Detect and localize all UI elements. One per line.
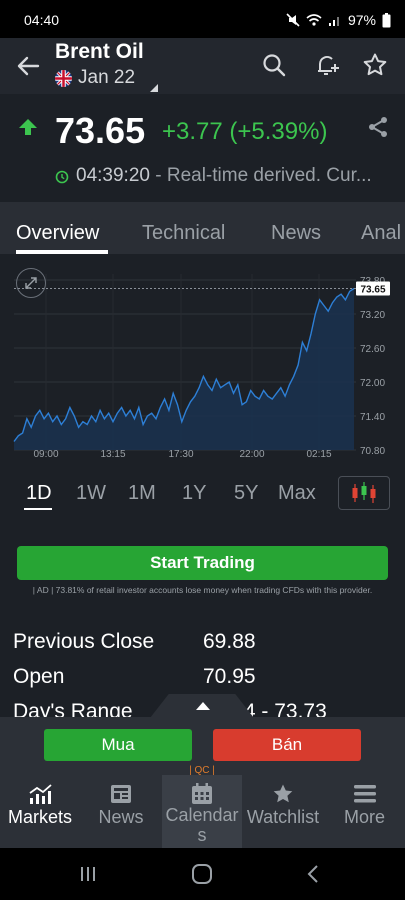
x-tick-label: 17:30: [168, 449, 193, 460]
price-change: +3.77 (+5.39%): [162, 118, 328, 145]
range-1w[interactable]: 1W: [76, 482, 106, 505]
news-icon: [111, 785, 131, 803]
status-time: 04:40: [24, 12, 60, 28]
ad-disclaimer: | AD | 73.81% of retail investor account…: [32, 585, 373, 595]
y-tick-label: 71.40: [360, 412, 385, 423]
series-area: [14, 288, 354, 450]
expand-chart-button[interactable]: [16, 268, 46, 298]
y-tick-label: 72.00: [360, 378, 385, 389]
uk-flag-icon: [55, 69, 72, 87]
realtime-status: 04:39:20 - Real-time derived. Cur...: [76, 165, 396, 187]
price-area: 73.65 +3.77 (+5.39%) 04:39:20 - Real-tim…: [0, 94, 405, 202]
menu-icon: [353, 785, 376, 803]
range-1d[interactable]: 1D: [26, 482, 52, 505]
chart-type-button[interactable]: [338, 476, 390, 510]
range-1y[interactable]: 1Y: [182, 482, 206, 505]
nav-label: Calendars: [165, 805, 239, 845]
nav-news[interactable]: News: [80, 775, 162, 848]
back-arrow-icon[interactable]: [14, 52, 42, 80]
last-price-label: 73.65: [360, 285, 385, 296]
contract-label: Jan 22: [78, 67, 136, 88]
battery-text: 97%: [347, 12, 376, 28]
star-icon[interactable]: [362, 52, 388, 78]
wifi-icon: [306, 14, 322, 26]
last-price: 73.65: [55, 110, 146, 151]
nav-label: Watchlist: [246, 807, 320, 827]
section-tabs: Overview Technical News Anal: [0, 202, 405, 254]
nav-calendars[interactable]: | QC | Calendars: [162, 765, 242, 848]
range-max[interactable]: Max: [278, 482, 316, 505]
tab-analysis[interactable]: Anal: [361, 222, 401, 245]
price-chart[interactable]: 73.8073.2072.6072.0071.4070.8009:0013:15…: [0, 254, 405, 469]
time-range-selector: 1D 1W 1M 1Y 5Y Max: [0, 472, 405, 514]
status-icons: 97%: [286, 12, 391, 28]
buy-button[interactable]: Mua: [44, 729, 192, 761]
markets-icon: [29, 784, 52, 804]
nav-label: Markets: [7, 807, 72, 827]
calendar-icon: [192, 783, 212, 804]
home-icon[interactable]: [191, 864, 213, 884]
signal-icon: [328, 17, 339, 26]
stat-row-previous-close: Previous Close 69.88: [0, 622, 405, 656]
collapse-up-icon: [196, 702, 210, 710]
stat-row-open: Open 70.95: [0, 657, 405, 691]
contract-selector[interactable]: Jan 22: [55, 67, 135, 89]
candlestick-icon: [352, 482, 376, 503]
stat-label: Previous Close: [13, 630, 155, 653]
nav-markets[interactable]: Markets: [0, 775, 80, 848]
bottom-navigation: Markets News | QC | Calendars Watchlist …: [0, 765, 405, 848]
stat-value: 70.95: [203, 665, 256, 688]
instrument-header: Brent Oil Jan 22: [0, 38, 405, 94]
price-up-icon: [19, 119, 37, 135]
y-tick-label: 70.80: [360, 446, 385, 457]
dropdown-corner-icon: [150, 84, 158, 92]
x-tick-label: 22:00: [239, 449, 264, 460]
sell-button[interactable]: Bán: [213, 729, 361, 761]
chart-svg: 73.8073.2072.6072.0071.4070.8009:0013:15…: [13, 274, 390, 460]
expand-icon: [25, 277, 37, 289]
clock-icon: [55, 170, 69, 184]
add-alert-icon[interactable]: [314, 52, 340, 78]
status-bar: 04:40 97%: [0, 0, 405, 38]
battery-icon: [382, 12, 391, 27]
x-tick-label: 02:15: [306, 449, 331, 460]
y-tick-label: 72.60: [360, 344, 385, 355]
start-trading-button[interactable]: Start Trading: [17, 546, 388, 580]
recent-apps-icon[interactable]: [78, 865, 98, 883]
nav-watchlist[interactable]: Watchlist: [242, 775, 324, 848]
tab-overview[interactable]: Overview: [16, 222, 99, 245]
active-range-indicator: [24, 508, 52, 510]
tab-news[interactable]: News: [271, 222, 321, 245]
nav-more[interactable]: More: [324, 775, 405, 848]
stat-value: 69.88: [203, 630, 256, 653]
quote-time: 04:39:20: [76, 165, 150, 186]
tab-technical[interactable]: Technical: [142, 222, 225, 245]
nav-label: More: [343, 807, 385, 827]
range-1m[interactable]: 1M: [128, 482, 156, 505]
share-icon[interactable]: [367, 116, 389, 138]
range-5y[interactable]: 5Y: [234, 482, 258, 505]
nav-label: News: [98, 807, 144, 827]
instrument-name: Brent Oil: [55, 40, 144, 63]
stat-label: Open: [13, 665, 65, 688]
y-tick-label: 73.20: [360, 310, 385, 321]
x-tick-label: 13:15: [100, 449, 125, 460]
realtime-label: - Real-time derived. Cur...: [155, 165, 372, 186]
mute-icon: [286, 13, 300, 27]
system-back-icon[interactable]: [306, 864, 320, 884]
watchlist-star-icon: [273, 784, 293, 803]
search-icon[interactable]: [261, 52, 287, 78]
ad-qc-label: | QC |: [189, 765, 215, 776]
x-tick-label: 09:00: [33, 449, 58, 460]
system-navigation-bar: [0, 848, 405, 900]
